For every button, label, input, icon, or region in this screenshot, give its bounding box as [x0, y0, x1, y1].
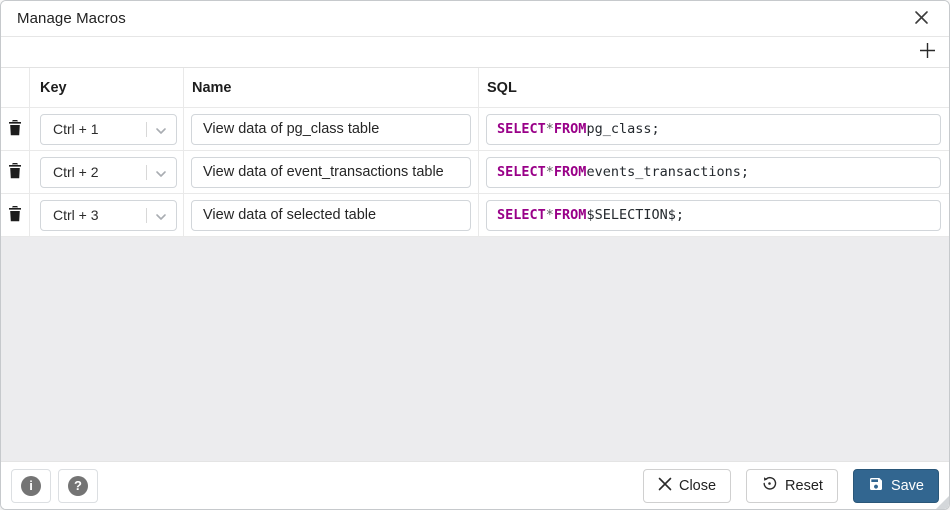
sql-keyword: SELECT — [497, 207, 546, 223]
sql-editor[interactable]: SELECT * FROM $SELECTION$; — [486, 200, 941, 231]
macro-name-input[interactable] — [191, 200, 471, 231]
select-divider — [146, 165, 147, 180]
cell-sql: SELECT * FROM $SELECTION$; — [479, 194, 949, 236]
help-icon: ? — [68, 476, 88, 496]
column-header-name: Name — [184, 68, 479, 107]
select-divider — [146, 122, 147, 137]
key-select-value: Ctrl + 2 — [53, 164, 99, 180]
sql-operator: * — [546, 121, 554, 137]
save-icon — [868, 476, 884, 496]
cell-delete — [1, 151, 30, 193]
sql-text: events_transactions; — [586, 164, 749, 180]
sql-help-button[interactable]: i — [11, 469, 51, 503]
delete-macro-button[interactable] — [4, 161, 26, 183]
macro-name-input[interactable] — [191, 114, 471, 145]
key-select[interactable]: Ctrl + 1 — [40, 114, 177, 145]
column-header-key: Key — [30, 68, 184, 107]
cell-delete — [1, 194, 30, 236]
cell-key: Ctrl + 2 — [30, 151, 184, 193]
sql-keyword: FROM — [554, 121, 587, 137]
macros-table: Key Name SQL Ctrl + 1 — [1, 67, 949, 237]
cell-delete — [1, 108, 30, 150]
close-button-label: Close — [679, 478, 716, 494]
info-icon: i — [21, 476, 41, 496]
select-divider — [146, 208, 147, 223]
reset-icon — [761, 475, 778, 496]
resize-grip[interactable] — [936, 496, 949, 509]
delete-macro-button[interactable] — [4, 204, 26, 226]
cell-sql: SELECT * FROM events_transactions; — [479, 151, 949, 193]
table-row: Ctrl + 2 SELECT * FROM events_transactio… — [1, 151, 949, 194]
sql-keyword: FROM — [554, 207, 587, 223]
close-dialog-button[interactable] — [909, 7, 933, 31]
sql-keyword: FROM — [554, 164, 587, 180]
column-header-actions — [1, 68, 30, 107]
column-header-sql: SQL — [479, 68, 949, 107]
trash-icon — [8, 205, 22, 225]
macro-name-input[interactable] — [191, 157, 471, 188]
cell-name — [184, 194, 479, 236]
dialog-help-button[interactable]: ? — [58, 469, 98, 503]
key-select[interactable]: Ctrl + 3 — [40, 200, 177, 231]
save-button-label: Save — [891, 478, 924, 494]
add-macro-button[interactable] — [915, 40, 939, 64]
chevron-down-icon — [153, 123, 169, 144]
chevron-down-icon — [153, 209, 169, 230]
cell-name — [184, 108, 479, 150]
cell-key: Ctrl + 1 — [30, 108, 184, 150]
dialog-titlebar: Manage Macros — [1, 1, 949, 37]
key-select-value: Ctrl + 3 — [53, 207, 99, 223]
sql-keyword: SELECT — [497, 121, 546, 137]
trash-icon — [8, 119, 22, 139]
sql-keyword: SELECT — [497, 164, 546, 180]
table-row: Ctrl + 1 SELECT * FROM pg_class; — [1, 108, 949, 151]
dialog-title: Manage Macros — [17, 10, 126, 27]
macros-toolbar — [1, 37, 949, 67]
delete-macro-button[interactable] — [4, 118, 26, 140]
key-select-value: Ctrl + 1 — [53, 121, 99, 137]
sql-operator: * — [546, 207, 554, 223]
sql-operator: * — [546, 164, 554, 180]
reset-button-label: Reset — [785, 478, 823, 494]
dialog-body-filler — [1, 237, 949, 461]
cell-key: Ctrl + 3 — [30, 194, 184, 236]
close-button[interactable]: Close — [643, 469, 731, 503]
sql-text: pg_class; — [586, 121, 659, 137]
add-icon — [919, 42, 936, 62]
cell-name — [184, 151, 479, 193]
manage-macros-dialog: Manage Macros Key Name SQL — [0, 0, 950, 510]
sql-text: $SELECTION$; — [586, 207, 684, 223]
chevron-down-icon — [153, 166, 169, 187]
save-button[interactable]: Save — [853, 469, 939, 503]
sql-editor[interactable]: SELECT * FROM events_transactions; — [486, 157, 941, 188]
trash-icon — [8, 162, 22, 182]
dialog-footer: i ? Close Reset S — [1, 461, 949, 509]
reset-button[interactable]: Reset — [746, 469, 838, 503]
close-icon — [914, 10, 929, 28]
sql-editor[interactable]: SELECT * FROM pg_class; — [486, 114, 941, 145]
table-header-row: Key Name SQL — [1, 68, 949, 108]
cell-sql: SELECT * FROM pg_class; — [479, 108, 949, 150]
key-select[interactable]: Ctrl + 2 — [40, 157, 177, 188]
table-row: Ctrl + 3 SELECT * FROM $SELECTION$; — [1, 194, 949, 237]
close-icon — [658, 477, 672, 495]
